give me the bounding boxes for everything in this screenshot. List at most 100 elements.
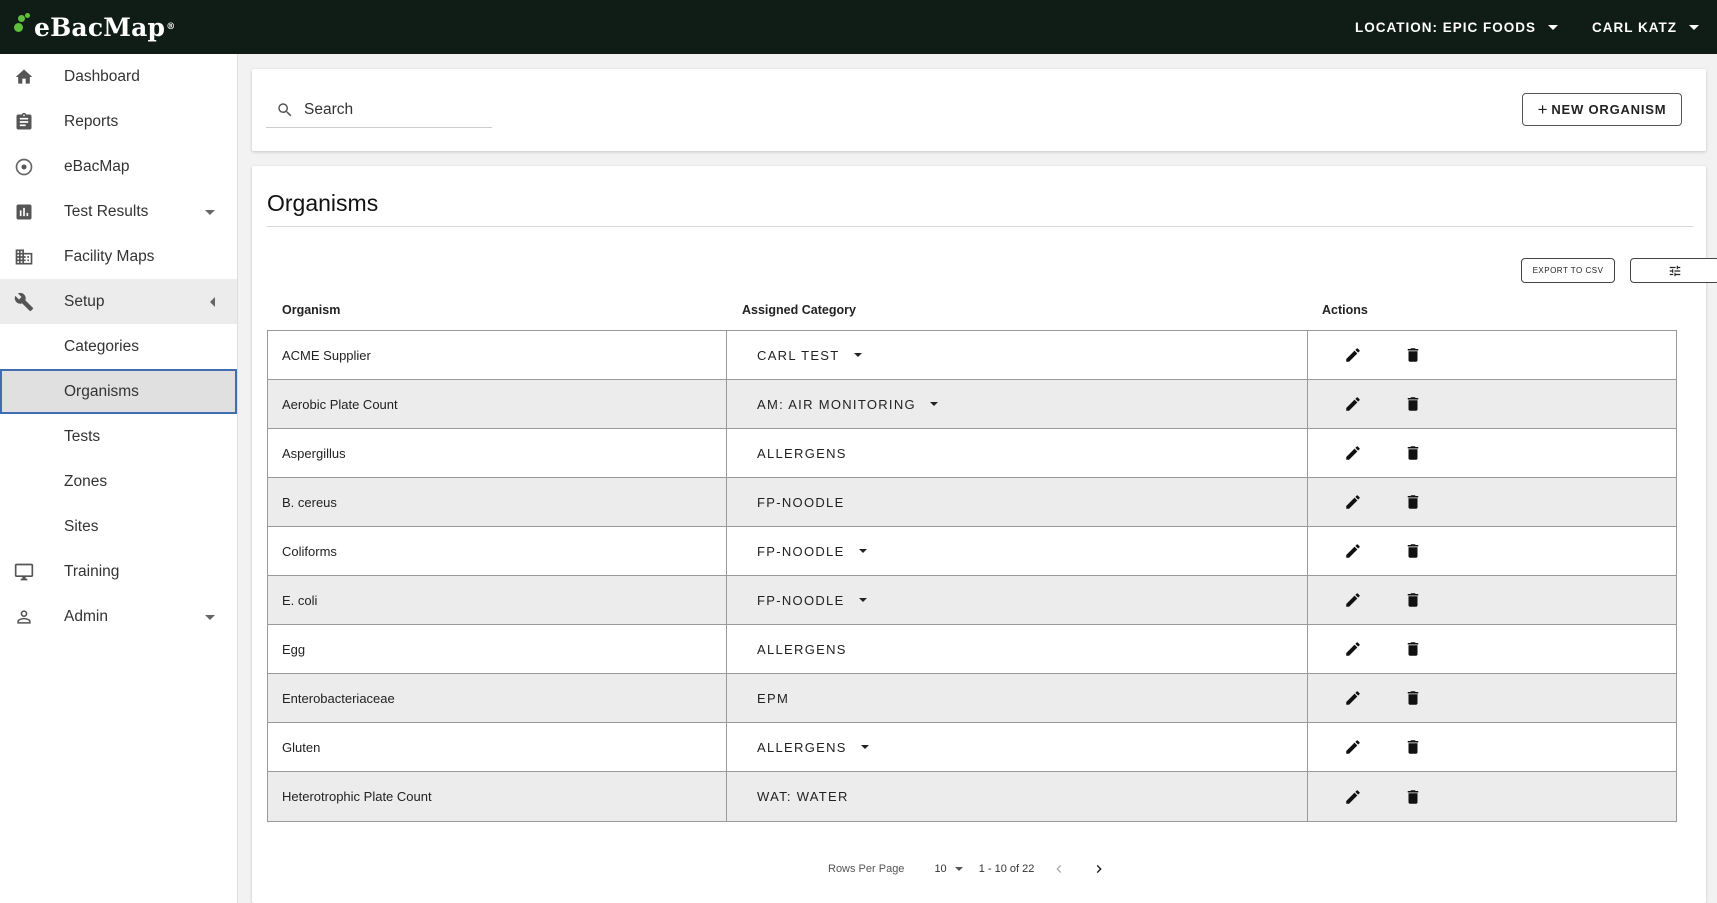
sidebar-item-facility-maps[interactable]: Facility Maps — [0, 234, 237, 279]
edit-icon[interactable] — [1344, 444, 1362, 462]
delete-icon[interactable] — [1404, 493, 1422, 511]
edit-icon[interactable] — [1344, 640, 1362, 658]
edit-icon[interactable] — [1344, 591, 1362, 609]
category-select[interactable]: CARL TEST — [727, 331, 1308, 379]
user-menu[interactable]: CARL KATZ — [1592, 20, 1699, 35]
target-icon — [13, 156, 35, 178]
chevron-right-icon — [1097, 865, 1103, 873]
new-organism-button[interactable]: + NEW ORGANISM — [1522, 93, 1682, 126]
logo-registered-mark: ® — [166, 22, 176, 32]
category-value: EPM — [757, 690, 790, 706]
table-body: ACME Supplier CARL TEST Aerobic Plate Coun… — [267, 330, 1677, 822]
actions-cell — [1308, 674, 1676, 722]
sidebar-item-sites[interactable]: Sites — [0, 504, 237, 549]
category-select[interactable]: ALLERGENS — [727, 723, 1308, 771]
sidebar-item-training[interactable]: Training — [0, 549, 237, 594]
edit-icon[interactable] — [1344, 493, 1362, 511]
sidebar-item-label: eBacMap — [64, 157, 130, 175]
export-csv-button[interactable]: EXPORT TO CSV — [1521, 258, 1615, 283]
table-row: Gluten ALLERGENS — [268, 723, 1676, 772]
edit-icon[interactable] — [1344, 689, 1362, 707]
next-page-button[interactable] — [1090, 860, 1108, 878]
actions-cell — [1308, 625, 1676, 673]
category-value: FP-NOODLE — [757, 543, 845, 559]
pagination: Rows Per Page 10 1 - 10 of 22 — [828, 860, 1130, 878]
sidebar-item-label: Admin — [64, 607, 108, 625]
search-field[interactable] — [266, 92, 492, 128]
delete-icon[interactable] — [1404, 542, 1422, 560]
sidebar-item-dashboard[interactable]: Dashboard — [0, 54, 237, 99]
edit-icon[interactable] — [1344, 395, 1362, 413]
delete-icon[interactable] — [1404, 346, 1422, 364]
actions-cell — [1308, 478, 1676, 526]
edit-icon[interactable] — [1344, 542, 1362, 560]
chevron-down-icon[interactable] — [860, 745, 869, 749]
actions-cell — [1308, 576, 1676, 624]
sidebar-item-setup[interactable]: Setup — [0, 279, 237, 324]
bar-chart-icon — [13, 201, 35, 223]
sidebar-item-ebacmap[interactable]: eBacMap — [0, 144, 237, 189]
chevron-down-icon[interactable] — [858, 549, 867, 553]
delete-icon[interactable] — [1404, 395, 1422, 413]
sidebar-item-organisms[interactable]: Organisms — [0, 369, 237, 414]
previous-page-button[interactable] — [1050, 860, 1068, 878]
category-select: WAT: WATER — [727, 772, 1308, 821]
location-selector[interactable]: LOCATION: EPIC FOODS — [1355, 20, 1558, 35]
app-logo[interactable]: eBacMap ® — [14, 13, 175, 42]
column-header-actions: Actions — [1322, 303, 1368, 317]
delete-icon[interactable] — [1404, 689, 1422, 707]
sidebar-item-test-results[interactable]: Test Results — [0, 189, 237, 234]
page-title: Organisms — [267, 190, 379, 216]
rows-per-page-select[interactable]: 10 — [934, 863, 963, 875]
column-settings-button[interactable] — [1630, 258, 1717, 283]
sidebar-item-label: Tests — [64, 427, 101, 445]
person-icon — [13, 606, 35, 628]
search-toolbar: + NEW ORGANISM — [252, 69, 1706, 151]
category-value: WAT: WATER — [757, 789, 849, 804]
organisms-table: Organism Assigned Category Actions ACME … — [267, 290, 1677, 822]
category-value: ALLERGENS — [757, 641, 847, 657]
location-label: LOCATION: EPIC FOODS — [1355, 19, 1536, 35]
sidebar-item-categories[interactable]: Categories — [0, 324, 237, 369]
table-row: Aerobic Plate Count AM: AIR MONITORING — [268, 380, 1676, 429]
clipboard-icon — [13, 111, 35, 133]
edit-icon[interactable] — [1344, 738, 1362, 756]
actions-cell — [1308, 527, 1676, 575]
chevron-down-icon — [1548, 24, 1558, 30]
table-row: Aspergillus ALLERGENS — [268, 429, 1676, 478]
search-input[interactable] — [304, 100, 474, 119]
edit-icon[interactable] — [1344, 788, 1362, 806]
category-select: EPM — [727, 674, 1308, 722]
delete-icon[interactable] — [1404, 640, 1422, 658]
sidebar-item-label: Reports — [64, 112, 119, 130]
table-row: Heterotrophic Plate Count WAT: WATER — [268, 772, 1676, 821]
sidebar-item-admin[interactable]: Admin — [0, 594, 237, 639]
category-select[interactable]: AM: AIR MONITORING — [727, 380, 1308, 428]
new-organism-label: NEW ORGANISM — [1551, 102, 1667, 117]
chevron-down-icon[interactable] — [929, 402, 938, 406]
organisms-panel: Organisms EXPORT TO CSV Organism Assigne… — [252, 166, 1717, 903]
sidebar-item-reports[interactable]: Reports — [0, 99, 237, 144]
chevron-left-icon — [210, 296, 215, 307]
sidebar-item-zones[interactable]: Zones — [0, 459, 237, 504]
actions-cell — [1308, 772, 1676, 821]
sidebar-item-label: Zones — [64, 472, 108, 490]
delete-icon[interactable] — [1404, 591, 1422, 609]
home-icon — [13, 66, 35, 88]
edit-icon[interactable] — [1344, 346, 1362, 364]
rows-per-page-value: 10 — [934, 863, 947, 875]
chevron-down-icon[interactable] — [858, 598, 867, 602]
organism-cell: Enterobacteriaceae — [268, 674, 727, 722]
column-header-organism[interactable]: Organism — [267, 303, 727, 317]
delete-icon[interactable] — [1404, 738, 1422, 756]
chevron-down-icon[interactable] — [853, 353, 862, 357]
table-row: Coliforms FP-NOODLE — [268, 527, 1676, 576]
column-header-category[interactable]: Assigned Category — [727, 303, 1307, 317]
sidebar-item-label: Dashboard — [64, 67, 140, 85]
category-select[interactable]: FP-NOODLE — [727, 527, 1308, 575]
delete-icon[interactable] — [1404, 788, 1422, 806]
category-select[interactable]: FP-NOODLE — [727, 576, 1308, 624]
delete-icon[interactable] — [1404, 444, 1422, 462]
sidebar-item-tests[interactable]: Tests — [0, 414, 237, 459]
category-value: ALLERGENS — [757, 739, 847, 755]
